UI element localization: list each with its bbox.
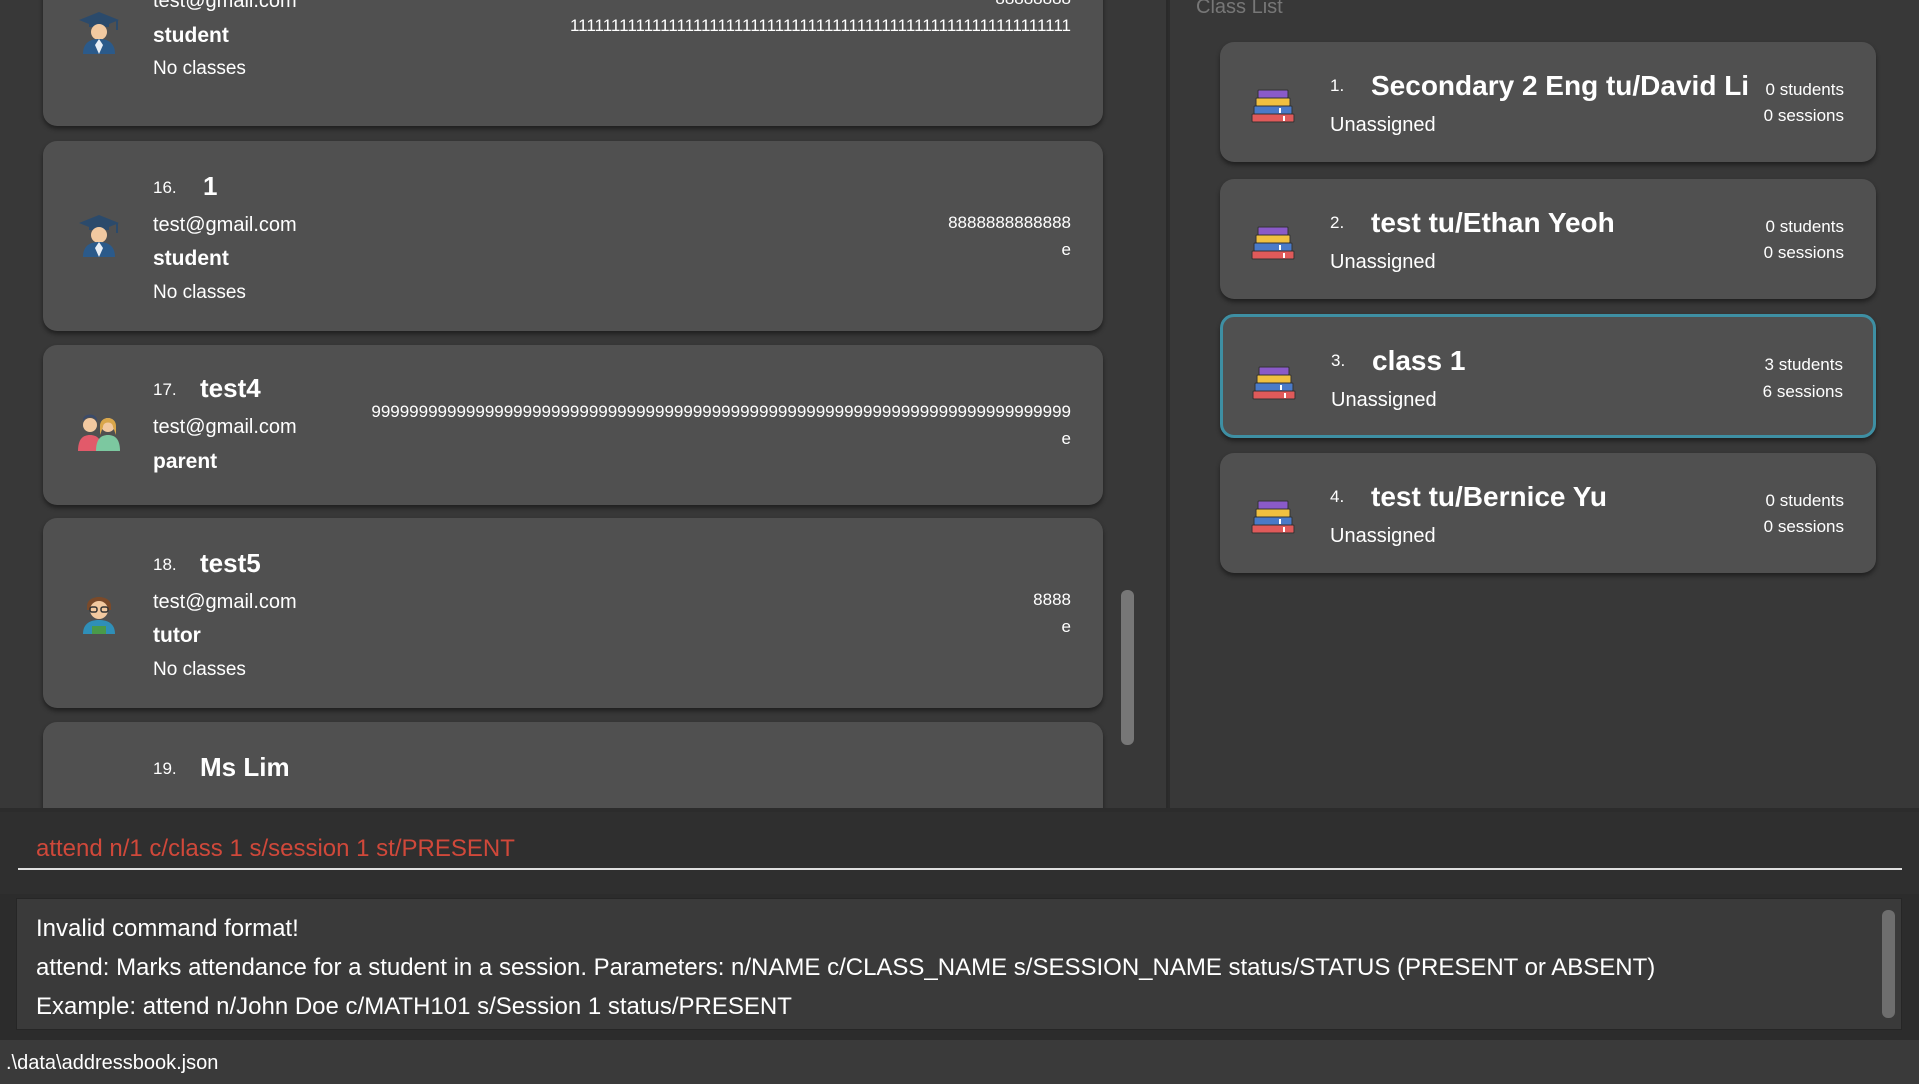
books-icon: [1250, 88, 1296, 124]
person-email: test@gmail.com: [153, 214, 297, 236]
class-session-count: 6 sessions: [1762, 382, 1843, 401]
class-session-count: 0 sessions: [1763, 517, 1844, 536]
person-address: 1111111111111111111111111111111111111111…: [569, 16, 1071, 35]
class-student-count: 3 students: [1764, 355, 1843, 374]
person-phone: 8888: [1033, 590, 1071, 609]
status-bar: .\data\addressbook.json: [0, 1040, 1919, 1084]
person-index: 18.: [153, 555, 177, 574]
class-student-count: 0 students: [1765, 491, 1844, 510]
person-classes: No classes: [153, 659, 246, 680]
person-index: 17.: [153, 380, 177, 399]
graduate-student-icon: [75, 211, 123, 259]
result-line: Example: attend n/John Doe c/MATH101 s/S…: [36, 993, 792, 1020]
class-card[interactable]: 4. test tu/Bernice Yu Unassigned 0 stude…: [1220, 453, 1876, 573]
person-name: test4: [200, 373, 261, 403]
person-phone: 8888888888888: [948, 213, 1071, 232]
person-index: 16.: [153, 178, 177, 197]
person-card[interactable]: test@gmail.com student No classes 888888…: [43, 0, 1103, 126]
class-card[interactable]: 1. Secondary 2 Eng tu/David Li Unassigne…: [1220, 42, 1876, 162]
person-card[interactable]: 18. test5 test@gmail.com tutor No classe…: [43, 518, 1103, 708]
class-student-count: 0 students: [1765, 80, 1844, 99]
person-list-scrollbar[interactable]: [1121, 590, 1134, 745]
result-display[interactable]: Invalid command format! attend: Marks at…: [16, 898, 1902, 1030]
class-session-count: 0 sessions: [1763, 106, 1844, 125]
save-file-path: .\data\addressbook.json: [6, 1052, 219, 1074]
books-icon: [1250, 225, 1296, 261]
command-input[interactable]: [18, 830, 1902, 870]
person-phone: 88888888: [995, 0, 1071, 9]
class-list-panel: Class List 1. Secondary 2 Eng tu/David L…: [1170, 0, 1919, 808]
class-student-count: 0 students: [1765, 217, 1844, 236]
class-name: test tu/Ethan Yeoh: [1371, 207, 1615, 238]
result-scrollbar[interactable]: [1882, 910, 1895, 1018]
graduate-student-icon: [75, 8, 123, 56]
person-email: test@gmail.com: [153, 416, 297, 438]
person-index: 19.: [153, 759, 177, 778]
result-line: attend: Marks attendance for a student i…: [36, 954, 1656, 981]
person-classes: No classes: [153, 58, 246, 79]
class-tutor: Unassigned: [1330, 525, 1436, 547]
person-phone: 9999999999999999999999999999999999999999…: [371, 402, 1071, 421]
class-name: class 1: [1372, 345, 1466, 376]
person-name: Ms Lim: [200, 752, 290, 782]
parents-icon: [73, 405, 125, 453]
person-email: test@gmail.com: [153, 0, 297, 12]
class-name: Secondary 2 Eng tu/David Li: [1371, 70, 1750, 101]
class-tutor: Unassigned: [1330, 114, 1436, 136]
person-role: student: [153, 24, 229, 47]
class-index: 4.: [1330, 487, 1345, 506]
books-icon: [1251, 365, 1297, 401]
class-list-title: Class List: [1196, 0, 1283, 18]
person-classes: No classes: [153, 282, 246, 303]
command-box: [0, 812, 1919, 894]
person-list-panel[interactable]: test@gmail.com student No classes 888888…: [0, 0, 1168, 808]
class-session-count: 0 sessions: [1763, 243, 1844, 262]
person-role: tutor: [153, 624, 201, 647]
person-role: parent: [153, 450, 218, 473]
person-address: e: [1061, 429, 1071, 448]
class-tutor: Unassigned: [1331, 389, 1437, 411]
person-role: student: [153, 247, 229, 270]
class-index: 2.: [1330, 213, 1345, 232]
class-card[interactable]: 2. test tu/Ethan Yeoh Unassigned 0 stude…: [1220, 179, 1876, 299]
class-index: 3.: [1331, 351, 1346, 370]
tutor-icon: [75, 588, 123, 636]
person-address: e: [1061, 240, 1071, 259]
person-card[interactable]: 17. test4 test@gmail.com parent 99999999…: [43, 345, 1103, 505]
books-icon: [1250, 499, 1296, 535]
person-email: test@gmail.com: [153, 591, 297, 613]
class-card-selected[interactable]: 3. class 1 Unassigned 3 students 6 sessi…: [1220, 314, 1876, 438]
person-card[interactable]: 19. Ms Lim: [43, 722, 1103, 808]
result-line: Invalid command format!: [36, 915, 299, 942]
person-name: test5: [200, 548, 261, 578]
class-tutor: Unassigned: [1330, 251, 1436, 273]
class-index: 1.: [1330, 76, 1345, 95]
class-name: test tu/Bernice Yu: [1371, 481, 1608, 512]
person-address: e: [1061, 617, 1071, 636]
person-name: 1: [203, 171, 218, 201]
person-card[interactable]: 16. 1 test@gmail.com student No classes …: [43, 141, 1103, 331]
